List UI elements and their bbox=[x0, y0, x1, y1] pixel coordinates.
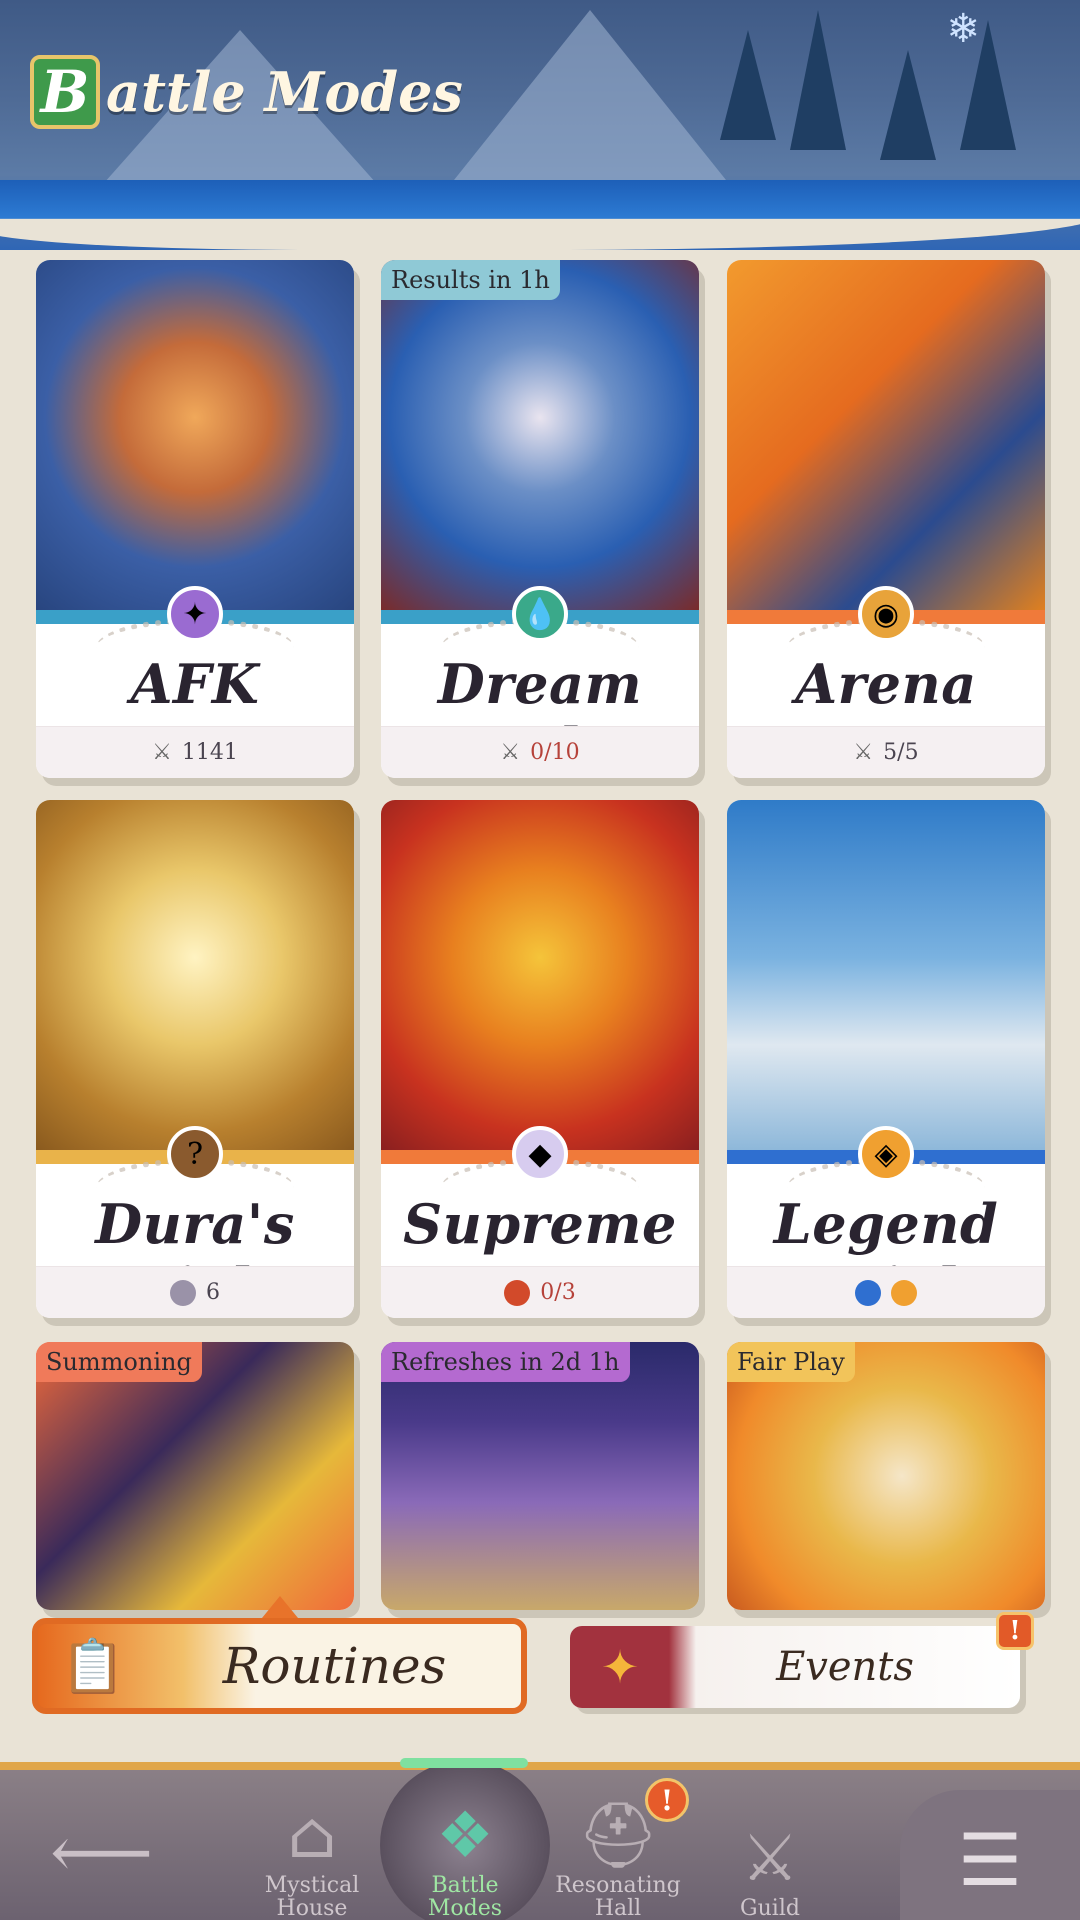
back-arrow-icon[interactable]: ⟵ bbox=[50, 1810, 153, 1894]
coin-icon bbox=[170, 1279, 196, 1306]
trial-emblem-icon: ? bbox=[167, 1126, 223, 1182]
house-icon: ⌂ bbox=[287, 1798, 337, 1873]
card-arena[interactable]: ◉ Arena ⚔ 5/5 bbox=[727, 260, 1045, 778]
crossed-swords-icon: ⚔ bbox=[500, 740, 521, 765]
legend-trial-art bbox=[727, 800, 1045, 1150]
snowflake-icon: ❄ bbox=[946, 6, 980, 52]
card-supreme-arena[interactable]: ◆ Supreme Arena 0/3 bbox=[381, 800, 699, 1318]
card-fair-play[interactable]: Fair Play bbox=[727, 1342, 1045, 1610]
events-icon: ✦ bbox=[600, 1640, 640, 1694]
summoning-art bbox=[36, 1342, 354, 1610]
routines-label: Routines bbox=[222, 1637, 447, 1695]
supreme-arena-art bbox=[381, 800, 699, 1150]
arena-art bbox=[727, 260, 1045, 610]
duras-trials-art bbox=[36, 800, 354, 1150]
page-title: B attle Modes bbox=[30, 55, 463, 129]
routines-pointer bbox=[262, 1596, 298, 1618]
nav-mystical-house[interactable]: ⌂ Mystical House bbox=[242, 1790, 382, 1920]
card-dream-realm[interactable]: Results in 1h 💧 Dream Realm ⚔ 0/10 bbox=[381, 260, 699, 778]
nav-battle-modes[interactable]: ❖ Battle Modes bbox=[395, 1790, 535, 1920]
helmet-icon: ⛑ bbox=[577, 1798, 659, 1873]
shield-token-icon bbox=[504, 1279, 531, 1306]
battle-modes-icon: ❖ bbox=[436, 1798, 494, 1873]
header-wave bbox=[0, 180, 1080, 250]
nav-label: Guild bbox=[740, 1895, 800, 1920]
nav-label: Mystical House bbox=[264, 1872, 360, 1920]
stage-count: 1141 bbox=[181, 740, 238, 765]
dream-realm-art bbox=[381, 260, 699, 610]
diamond-icon: ◆ bbox=[512, 1126, 568, 1182]
card-footer bbox=[727, 1266, 1045, 1318]
header-banner: B attle Modes ❄ bbox=[0, 0, 1080, 250]
guild-icon: ⚔ bbox=[741, 1821, 799, 1896]
title-text: attle Modes bbox=[106, 60, 463, 124]
nav-active-indicator bbox=[400, 1758, 528, 1768]
refresh-tag: Refreshes in 2d 1h bbox=[381, 1342, 630, 1382]
tree-decoration bbox=[790, 10, 846, 150]
nav-label: Battle Modes bbox=[427, 1872, 503, 1920]
afk-stage-art bbox=[36, 260, 354, 610]
routines-button[interactable]: 📋 Routines bbox=[32, 1618, 527, 1714]
title-initial: B bbox=[30, 55, 100, 129]
routines-icon: 📋 bbox=[60, 1636, 126, 1697]
medal-icon: ◉ bbox=[858, 586, 914, 642]
resonating-hall-badge: ! bbox=[645, 1778, 689, 1822]
card-footer: ⚔ 5/5 bbox=[727, 726, 1045, 778]
attempts-count: 0/10 bbox=[530, 740, 580, 765]
nav-label: Resonating Hall bbox=[555, 1872, 681, 1920]
arena-attempts: 5/5 bbox=[883, 740, 919, 765]
card-refreshes[interactable]: Refreshes in 2d 1h bbox=[381, 1342, 699, 1610]
card-footer: 0/3 bbox=[381, 1266, 699, 1318]
card-afk-stage[interactable]: ✦ AFK Stage ⚔ 1141 bbox=[36, 260, 354, 778]
events-notification-badge: ! bbox=[996, 1612, 1034, 1650]
faction-star-icon bbox=[855, 1279, 881, 1306]
card-title: Arena bbox=[795, 652, 977, 716]
refreshes-art bbox=[381, 1342, 699, 1610]
fair-play-tag: Fair Play bbox=[727, 1342, 855, 1382]
events-label: Events bbox=[776, 1644, 914, 1690]
card-legend-trial[interactable]: ◈ Legend Trial bbox=[727, 800, 1045, 1318]
card-footer: 6 bbox=[36, 1266, 354, 1318]
card-footer: ⚔ 1141 bbox=[36, 726, 354, 778]
summoning-tag: Summoning bbox=[36, 1342, 202, 1382]
amber-gem-icon: ◈ bbox=[858, 1126, 914, 1182]
faction-sun-icon bbox=[891, 1279, 917, 1306]
card-summoning[interactable]: Summoning bbox=[36, 1342, 354, 1610]
card-footer: ⚔ 0/10 bbox=[381, 726, 699, 778]
tree-decoration bbox=[720, 30, 776, 140]
coin-count: 6 bbox=[206, 1280, 220, 1305]
menu-icon[interactable]: ☰ bbox=[900, 1790, 1080, 1920]
results-tag: Results in 1h bbox=[381, 260, 560, 300]
droplet-icon: 💧 bbox=[512, 586, 568, 642]
events-button[interactable]: ✦ Events ! bbox=[570, 1612, 1034, 1708]
fair-play-art bbox=[727, 1342, 1045, 1610]
card-duras-trials[interactable]: ? Dura's Trials 6 bbox=[36, 800, 354, 1318]
crystal-icon: ✦ bbox=[167, 586, 223, 642]
supreme-attempts: 0/3 bbox=[540, 1280, 576, 1305]
crossed-swords-icon: ⚔ bbox=[152, 740, 172, 765]
tree-decoration bbox=[880, 50, 936, 160]
crossed-swords-icon: ⚔ bbox=[853, 740, 874, 765]
bottom-nav: ⟵ ⌂ Mystical House ❖ Battle Modes ⛑ Reso… bbox=[0, 1758, 1080, 1920]
nav-guild[interactable]: ⚔ Guild bbox=[700, 1790, 840, 1920]
